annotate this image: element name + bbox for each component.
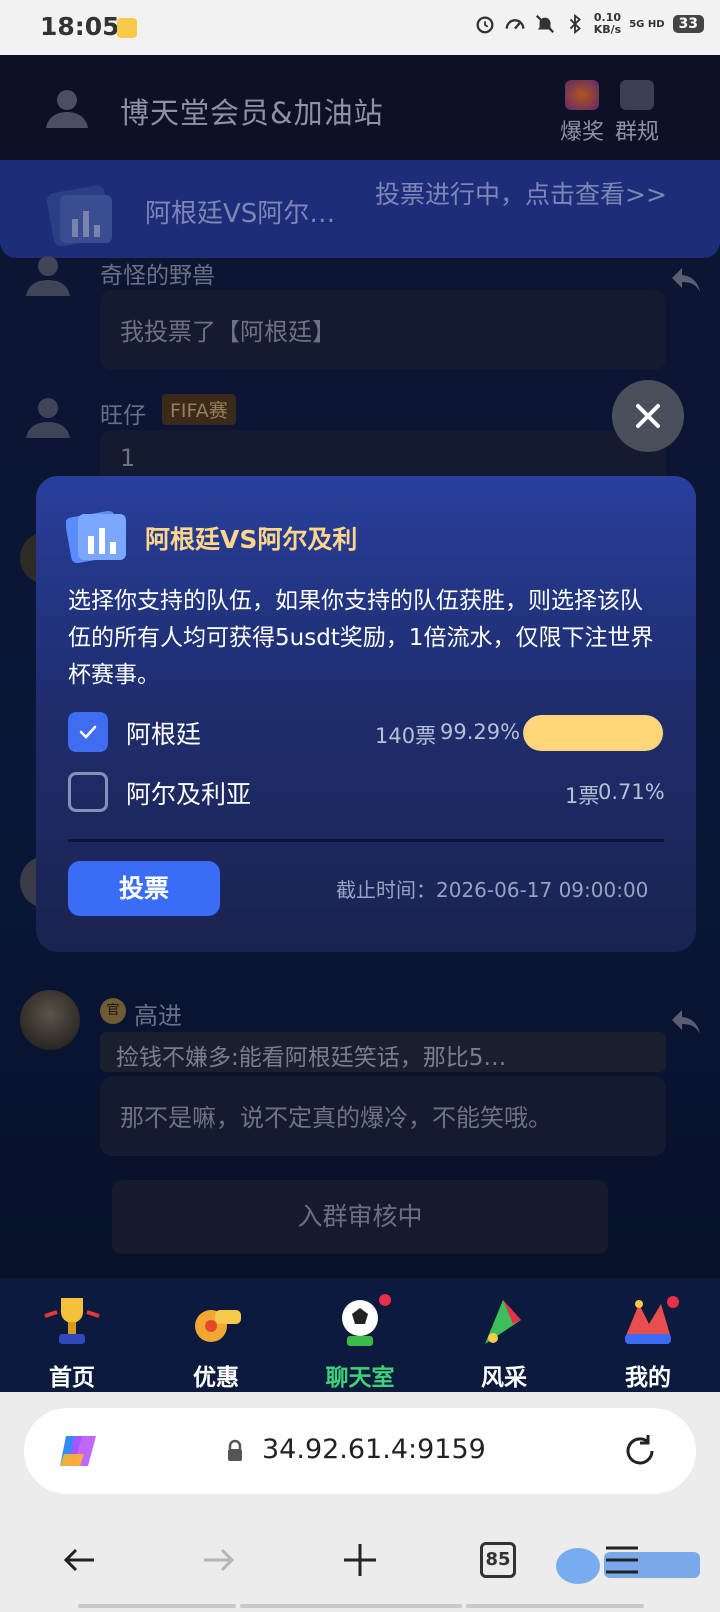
battery-icon: 33 <box>672 15 704 33</box>
soccer-ball-icon <box>342 1294 391 1346</box>
nav-label: 聊天室 <box>325 1365 395 1391</box>
reply-icon[interactable] <box>670 266 702 294</box>
status-icons: 0.10 KB/s 5G HD 33 <box>474 12 704 36</box>
poll-description: 选择你支持的队伍，如果你支持的队伍获胜，则选择该队伍的所有人均可获得5usdt奖… <box>68 588 654 688</box>
gesture-bar <box>240 1604 462 1608</box>
group-avatar-icon <box>46 90 88 128</box>
nav-label: 风采 <box>481 1365 527 1391</box>
nav-label: 我的 <box>625 1365 671 1391</box>
poll-option-bar <box>523 715 664 751</box>
gesture-bar <box>466 1604 644 1608</box>
back-arrow-icon[interactable] <box>58 1538 102 1582</box>
alarm-icon <box>476 16 494 34</box>
message-sender: 旺仔 <box>100 403 146 429</box>
quoted-message[interactable]: 捡钱不嫌多:能看阿根廷笑话，那比5… <box>100 1032 666 1072</box>
tab-count-button[interactable]: 85 <box>480 1542 516 1578</box>
status-bar: 18:05 0.10 KB/s 5G HD 33 <box>0 0 720 55</box>
poll-chart-icon <box>47 185 112 247</box>
user-avatar-icon[interactable] <box>24 396 72 438</box>
forward-arrow-icon[interactable] <box>196 1538 240 1582</box>
menu-icon[interactable] <box>600 1538 644 1582</box>
signal-icon: 5G HD <box>629 18 665 30</box>
poll-deadline: 截止时间：2026-06-17 09:00:00 <box>336 878 649 902</box>
speedometer-icon <box>505 19 525 30</box>
nav-label: 优惠 <box>193 1365 239 1391</box>
join-status-button[interactable]: 入群审核中 <box>112 1180 608 1254</box>
jackpot-icon <box>565 80 599 110</box>
jackpot-label: 爆奖 <box>559 120 604 145</box>
poll-option-percent: 0.71% <box>598 780 665 804</box>
copilot-icon[interactable] <box>56 1430 100 1472</box>
gesture-bar <box>78 1604 236 1608</box>
poll-option-algeria[interactable]: 阿尔及利亚 1票 0.71% <box>68 772 665 814</box>
check-icon <box>79 725 97 739</box>
list-icon <box>620 80 654 110</box>
member-tag: FIFA赛 <box>162 394 236 425</box>
mute-icon <box>535 14 554 34</box>
close-icon <box>636 404 660 428</box>
user-avatar-icon[interactable] <box>24 254 72 296</box>
party-horn-icon <box>485 1300 521 1344</box>
app-notification-icon <box>117 18 137 38</box>
nav-item-gallery[interactable]: 风采 <box>432 1278 576 1392</box>
vote-banner-status[interactable]: 投票进行中，点击查看>> <box>375 180 675 210</box>
nav-item-home[interactable]: 首页 <box>0 1278 144 1392</box>
group-rules-label: 群规 <box>614 120 659 145</box>
message-sender: 奇怪的野兽 <box>100 263 215 289</box>
reply-icon[interactable] <box>670 1008 702 1036</box>
group-rules-button[interactable]: 群规 <box>609 80 665 146</box>
new-tab-plus-icon[interactable] <box>338 1538 382 1582</box>
jackpot-button[interactable]: 爆奖 <box>554 80 610 146</box>
poll-title: 阿根廷VS阿尔及利 <box>145 525 358 554</box>
poll-option-percent: 99.29% <box>440 720 521 744</box>
user-avatar[interactable] <box>20 990 80 1050</box>
bluetooth-icon <box>569 13 581 35</box>
modal-divider <box>68 839 664 842</box>
poll-option-bar-fill <box>523 715 663 751</box>
poll-option-votes: 1票 <box>565 784 600 808</box>
nav-label: 首页 <box>49 1365 95 1391</box>
poll-option-votes: 140票 <box>375 724 437 748</box>
nav-item-chatroom[interactable]: 聊天室 <box>288 1278 432 1392</box>
nav-item-promotions[interactable]: 优惠 <box>144 1278 288 1392</box>
checkbox-unchecked[interactable] <box>68 772 108 812</box>
lock-icon <box>228 1439 242 1461</box>
message-bubble[interactable]: 我投票了【阿根廷】 <box>100 290 666 370</box>
jester-hat-icon <box>625 1296 679 1344</box>
poll-option-label: 阿根廷 <box>126 720 202 749</box>
close-button[interactable] <box>612 380 684 452</box>
reload-icon[interactable] <box>620 1431 660 1471</box>
poll-chart-icon <box>66 510 126 564</box>
message-sender: 高进 <box>134 1002 182 1030</box>
trophy-icon <box>44 1298 100 1344</box>
poll-option-argentina[interactable]: 阿根廷 140票 99.29% <box>68 712 664 754</box>
message-bubble[interactable]: 那不是嘛，说不定真的爆冷，不能笑哦。 <box>100 1076 666 1156</box>
status-time: 18:05 <box>40 12 120 41</box>
url-text[interactable]: 34.92.61.4:9159 <box>262 1434 486 1465</box>
checkbox-checked[interactable] <box>68 712 108 752</box>
group-title: 博天堂会员&加油站 <box>120 96 384 130</box>
nav-item-profile[interactable]: 我的 <box>576 1278 720 1392</box>
net-speed: 0.10 KB/s <box>594 12 621 36</box>
bottom-nav: 首页 优惠 聊天室 风采 我的 <box>0 1278 720 1392</box>
vote-banner-title: 阿根廷VS阿尔… <box>145 199 336 229</box>
vote-button[interactable]: 投票 <box>68 861 220 916</box>
whistle-icon <box>195 1310 241 1342</box>
poll-option-label: 阿尔及利亚 <box>126 780 252 809</box>
net-speed-unit: KB/s <box>593 23 622 36</box>
official-badge: 官 <box>100 998 126 1024</box>
